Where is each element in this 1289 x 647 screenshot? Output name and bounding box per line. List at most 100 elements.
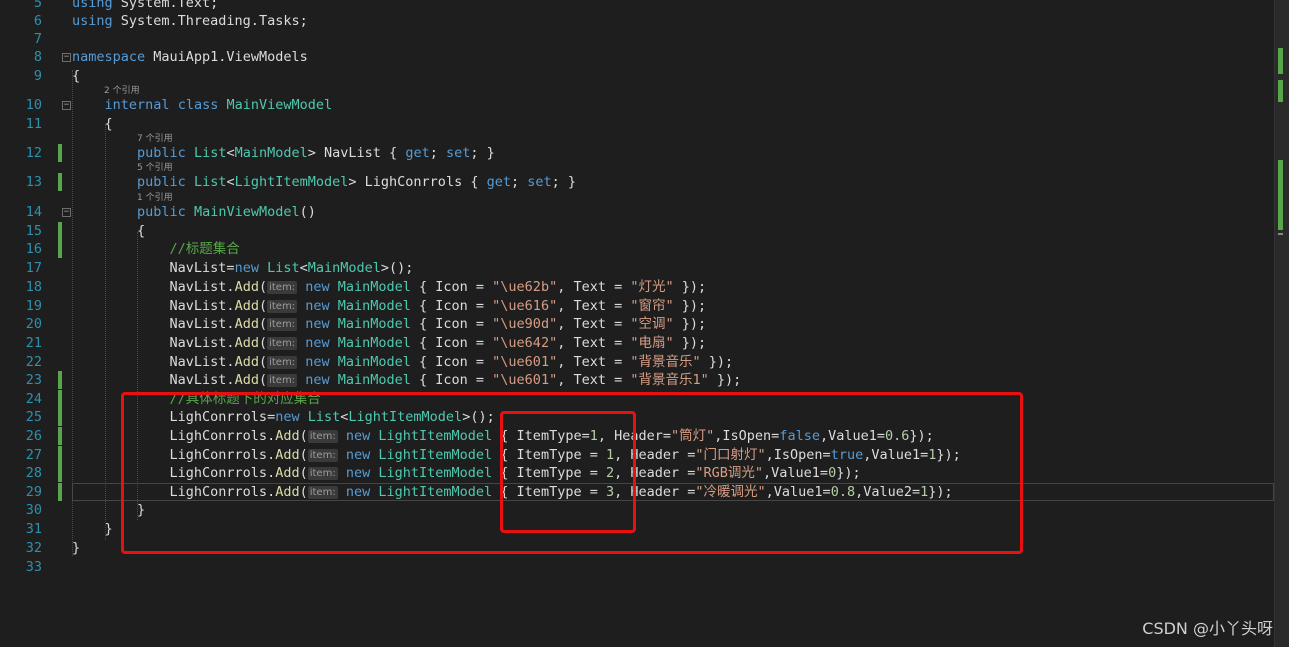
scrollbar-change-marker bbox=[1278, 48, 1283, 74]
change-indicator bbox=[58, 144, 62, 162]
line-number: 6 bbox=[33, 13, 42, 29]
indent-guide bbox=[105, 124, 106, 540]
code-line[interactable]: NavList.Add(item: new MainModel { Icon =… bbox=[72, 315, 707, 333]
code-token: }); bbox=[673, 279, 707, 295]
change-indicator bbox=[58, 408, 62, 426]
code-token: NavList. bbox=[72, 279, 235, 295]
code-line[interactable]: using System.Text; bbox=[72, 0, 218, 12]
code-token: > LighConrrols { bbox=[348, 174, 487, 190]
code-token: NavList. bbox=[72, 372, 235, 388]
inlay-hint: item: bbox=[267, 374, 298, 387]
code-token: < bbox=[299, 260, 308, 276]
code-line[interactable]: } bbox=[72, 520, 113, 538]
code-token: List bbox=[193, 145, 227, 161]
inlay-hint: item: bbox=[267, 281, 298, 294]
code-line[interactable]: NavList.Add(item: new MainModel { Icon =… bbox=[72, 371, 742, 389]
code-token: < bbox=[226, 174, 235, 190]
code-token: } bbox=[72, 540, 81, 556]
code-line[interactable]: public MainViewModel() bbox=[72, 203, 316, 221]
code-token: new bbox=[305, 372, 330, 388]
code-token: public bbox=[137, 145, 186, 161]
code-line[interactable]: internal class MainViewModel bbox=[72, 96, 333, 114]
code-token: { bbox=[72, 223, 146, 239]
code-token: ( bbox=[258, 335, 268, 351]
code-token: { Icon = bbox=[410, 279, 493, 295]
code-line[interactable]: { bbox=[72, 115, 113, 133]
code-token: , Text = bbox=[557, 316, 631, 332]
code-token: Add bbox=[234, 298, 259, 314]
code-token: MainModel bbox=[337, 279, 411, 295]
line-number: 15 bbox=[25, 223, 42, 239]
code-token: set bbox=[445, 145, 471, 161]
code-token: NavList. bbox=[72, 316, 235, 332]
code-token: , Text = bbox=[557, 354, 631, 370]
code-token: > NavList { bbox=[307, 145, 406, 161]
fold-toggle-icon[interactable]: − bbox=[62, 208, 71, 217]
code-token: Add bbox=[234, 372, 259, 388]
code-line[interactable]: NavList=new List<MainModel>(); bbox=[72, 259, 414, 277]
code-token: using bbox=[72, 0, 113, 11]
line-number: 27 bbox=[25, 447, 42, 463]
code-token: { bbox=[72, 116, 113, 132]
code-token: "背景音乐1" bbox=[630, 372, 709, 388]
code-line[interactable]: public List<MainModel> NavList { get; se… bbox=[72, 144, 495, 162]
code-line[interactable]: namespace MauiApp1.ViewModels bbox=[72, 48, 308, 66]
code-token: System.Threading.Tasks; bbox=[112, 13, 308, 29]
code-token: List bbox=[267, 260, 300, 276]
line-number: 12 bbox=[25, 145, 42, 161]
change-indicator bbox=[58, 371, 62, 389]
line-number: 33 bbox=[25, 559, 42, 575]
code-line[interactable]: NavList.Add(item: new MainModel { Icon =… bbox=[72, 334, 707, 352]
code-line[interactable]: using System.Threading.Tasks; bbox=[72, 12, 308, 30]
line-number: 31 bbox=[25, 521, 42, 537]
code-line[interactable]: NavList.Add(item: new MainModel { Icon =… bbox=[72, 297, 707, 315]
change-indicator bbox=[58, 390, 62, 408]
code-editor[interactable]: 5 6 7 8 9 10 11 12 13 14 15 16 17 18 19 20 21 22 23 24 25 26 2… bbox=[0, 0, 1275, 647]
line-number: 18 bbox=[25, 279, 42, 295]
change-indicator bbox=[58, 483, 62, 501]
code-line[interactable]: NavList.Add(item: new MainModel { Icon =… bbox=[72, 353, 734, 371]
line-number: 20 bbox=[25, 316, 42, 332]
code-token: NavList. bbox=[72, 298, 235, 314]
code-line[interactable]: } bbox=[72, 539, 80, 557]
code-line[interactable]: NavList.Add(item: new MainModel { Icon =… bbox=[72, 278, 707, 296]
change-indicator bbox=[58, 222, 62, 240]
code-token: MainModel bbox=[307, 260, 381, 276]
annotation-box-itemtype bbox=[500, 411, 636, 533]
code-token: MainViewModel bbox=[226, 97, 333, 113]
code-token: { Icon = bbox=[410, 335, 493, 351]
code-token: Add bbox=[234, 335, 259, 351]
vertical-scrollbar[interactable] bbox=[1274, 0, 1289, 647]
inlay-hint: item: bbox=[267, 337, 298, 350]
fold-toggle-icon[interactable]: − bbox=[62, 53, 71, 62]
code-token: //标题集合 bbox=[169, 241, 240, 257]
line-number: 11 bbox=[25, 116, 42, 132]
change-indicator bbox=[58, 173, 62, 191]
code-token: "\ue62b" bbox=[492, 279, 558, 295]
indent-guide bbox=[137, 232, 138, 520]
code-line[interactable]: { bbox=[72, 67, 80, 85]
code-token: }); bbox=[673, 335, 707, 351]
code-line[interactable]: //标题集合 bbox=[72, 240, 240, 258]
code-token: , Text = bbox=[557, 372, 631, 388]
line-number: 14 bbox=[25, 204, 42, 220]
fold-toggle-icon[interactable]: − bbox=[62, 101, 71, 110]
line-number: 28 bbox=[25, 465, 42, 481]
code-line[interactable]: { bbox=[72, 222, 145, 240]
change-indicator bbox=[58, 464, 62, 482]
code-token: ; bbox=[429, 145, 446, 161]
code-token: }); bbox=[708, 372, 742, 388]
line-number: 19 bbox=[25, 298, 42, 314]
code-line[interactable]: public List<LightItemModel> LighConrrols… bbox=[72, 173, 576, 191]
